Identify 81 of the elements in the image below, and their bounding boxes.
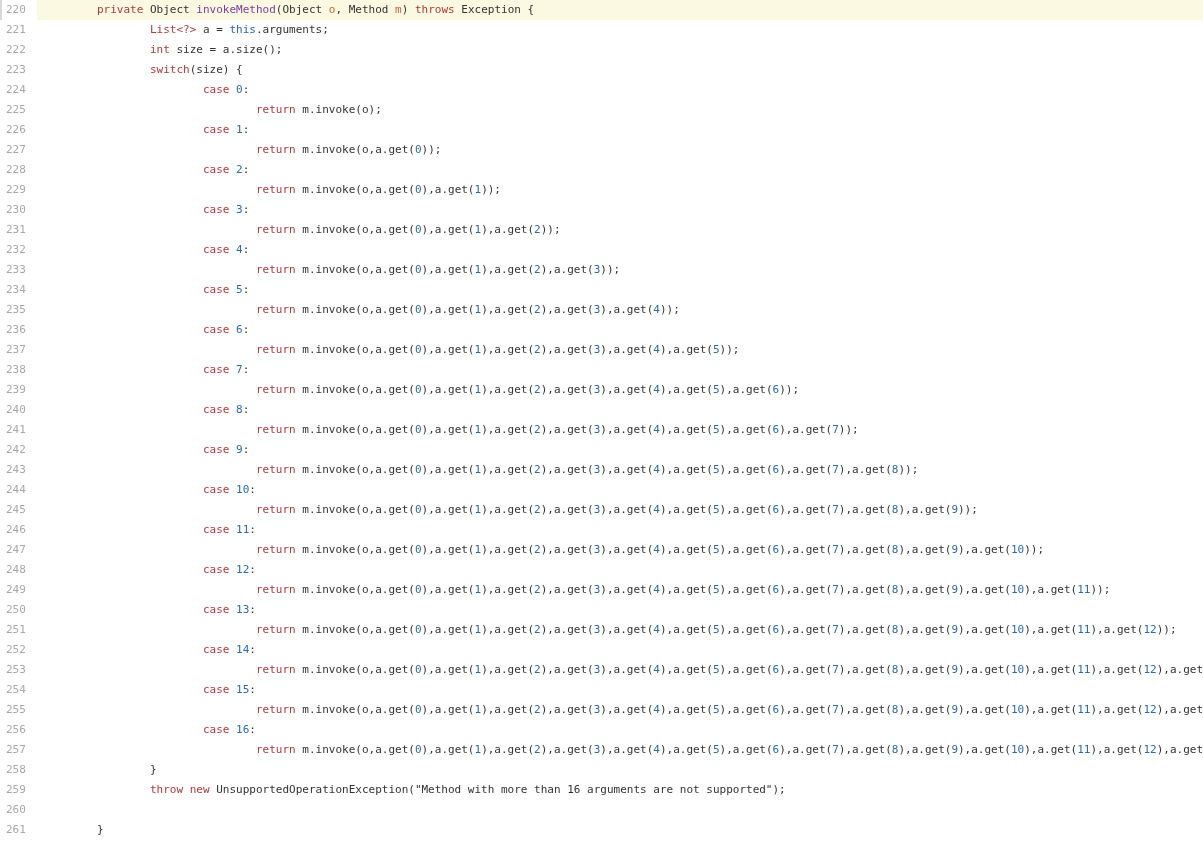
line-number: 252: [5, 642, 27, 658]
code-line: return m.invoke(o,a.get(0),a.get(1),a.get(2),a.get(3),a.get(4),a.get(5),a.get(6),a.get(7),a.get(8));: [254, 462, 920, 478]
code-line: }: [148, 762, 158, 778]
line-number: 249: [5, 582, 27, 598]
line-number: 256: [5, 722, 27, 738]
line-number: 255: [5, 702, 27, 718]
line-number: 239: [5, 382, 27, 398]
line-number: 232: [5, 242, 27, 258]
line-number: 236: [5, 322, 27, 338]
line-number: 227: [5, 142, 27, 158]
line-number: 225: [5, 102, 27, 118]
line-number: 237: [5, 342, 27, 358]
line-number: 247: [5, 542, 27, 558]
line-number: 233: [5, 262, 27, 278]
line-number: 257: [5, 742, 27, 758]
line-number: 238: [5, 362, 27, 378]
code-line: case 1:: [201, 122, 251, 138]
line-number: 245: [5, 502, 27, 518]
line-number: 254: [5, 682, 27, 698]
line-number: 253: [5, 662, 27, 678]
code-line: return m.invoke(o,a.get(0),a.get(1),a.get(2),a.get(3),a.get(4));: [254, 302, 681, 318]
code-line: return m.invoke(o,a.get(0),a.get(1),a.get(2),a.get(3));: [254, 262, 622, 278]
code-line: case 8:: [201, 402, 251, 418]
code-line: case 2:: [201, 162, 251, 178]
line-number: 251: [5, 622, 27, 638]
code-line: return m.invoke(o,a.get(0),a.get(1));: [254, 182, 502, 198]
code-line: return m.invoke(o,a.get(0),a.get(1),a.get(2));: [254, 222, 562, 238]
code-line: case 11:: [201, 522, 257, 538]
code-line: case 13:: [201, 602, 257, 618]
code-line: throw new UnsupportedOperationException("Method with more than 16 arguments are not supported");: [148, 782, 787, 798]
code-line: return m.invoke(o);: [254, 102, 383, 118]
line-number: 240: [5, 402, 27, 418]
line-number: 224: [5, 82, 27, 98]
line-number: 250: [5, 602, 27, 618]
code-line: return m.invoke(o,a.get(0),a.get(1),a.get(2),a.get(3),a.get(4),a.get(5),a.get(6));: [254, 382, 801, 398]
line-number: 261: [5, 822, 27, 838]
code-line: return m.invoke(o,a.get(0),a.get(1),a.get(2),a.get(3),a.get(4),a.get(5),a.get(6),a.get(7),a.get(8),a.get(9),a.get(10),a.get(11));: [254, 582, 1112, 598]
line-number: 229: [5, 182, 27, 198]
code-line: return m.invoke(o,a.get(0),a.get(1),a.get(2),a.get(3),a.get(4),a.get(5),a.get(6),a.get(7),a.get(8),a.get(9),a.get(10),a.get(11),a.get(12),a.get: [254, 742, 1203, 758]
line-number: 244: [5, 482, 27, 498]
line-number: 246: [5, 522, 27, 538]
line-number: 235: [5, 302, 27, 318]
line-number: 234: [5, 282, 27, 298]
code-line: List<?> a = this.arguments;: [148, 22, 330, 38]
line-number: 226: [5, 122, 27, 138]
code-line: return m.invoke(o,a.get(0),a.get(1),a.get(2),a.get(3),a.get(4),a.get(5),a.get(6),a.get(7),a.get(8),a.get(9),a.get(10),a.get(11),a.get(12));: [254, 622, 1178, 638]
code-line: case 7:: [201, 362, 251, 378]
code-line: case 9:: [201, 442, 251, 458]
code-line: case 15:: [201, 682, 257, 698]
line-number: 258: [5, 762, 27, 778]
line-number: 242: [5, 442, 27, 458]
line-number: 221: [5, 22, 27, 38]
line-number: 222: [5, 42, 27, 58]
code-line: return m.invoke(o,a.get(0),a.get(1),a.get(2),a.get(3),a.get(4),a.get(5));: [254, 342, 741, 358]
line-number: 230: [5, 202, 27, 218]
line-number: 243: [5, 462, 27, 478]
code-line: }: [96, 822, 105, 838]
code-line: switch(size) {: [148, 62, 244, 78]
code-line: case 12:: [201, 562, 257, 578]
code-line: int size = a.size();: [148, 42, 284, 58]
line-number: 259: [5, 782, 27, 798]
code-line: return m.invoke(o,a.get(0),a.get(1),a.get(2),a.get(3),a.get(4),a.get(5),a.get(6),a.get(7),a.get(8),a.get(9),a.get(10));: [254, 542, 1046, 558]
code-line: case 3:: [201, 202, 251, 218]
code-line: case 0:: [201, 82, 251, 98]
line-number: 231: [5, 222, 27, 238]
code-line: return m.invoke(o,a.get(0),a.get(1),a.get(2),a.get(3),a.get(4),a.get(5),a.get(6),a.get(7),a.get(8),a.get(9),a.get(10),a.get(11),a.get(12),a.get: [254, 662, 1203, 678]
line-number: 248: [5, 562, 27, 578]
code-line: case 4:: [201, 242, 251, 258]
code-line: case 10:: [201, 482, 257, 498]
code-line: case 6:: [201, 322, 251, 338]
code-line: return m.invoke(o,a.get(0));: [254, 142, 443, 158]
code-line: case 5:: [201, 282, 251, 298]
code-line: return m.invoke(o,a.get(0),a.get(1),a.get(2),a.get(3),a.get(4),a.get(5),a.get(6),a.get(7),a.get(8),a.get(9),a.get(10),a.get(11),a.get(12),a.get: [254, 702, 1203, 718]
line-number: 241: [5, 422, 27, 438]
line-number: 228: [5, 162, 27, 178]
line-number: 260: [5, 802, 27, 818]
code-line: return m.invoke(o,a.get(0),a.get(1),a.get(2),a.get(3),a.get(4),a.get(5),a.get(6),a.get(7),a.get(8),a.get(9));: [254, 502, 979, 518]
line-number: 223: [5, 62, 27, 78]
code-line: case 16:: [201, 722, 257, 738]
code-line: case 14:: [201, 642, 257, 658]
code-line: return m.invoke(o,a.get(0),a.get(1),a.get(2),a.get(3),a.get(4),a.get(5),a.get(6),a.get(7));: [254, 422, 860, 438]
